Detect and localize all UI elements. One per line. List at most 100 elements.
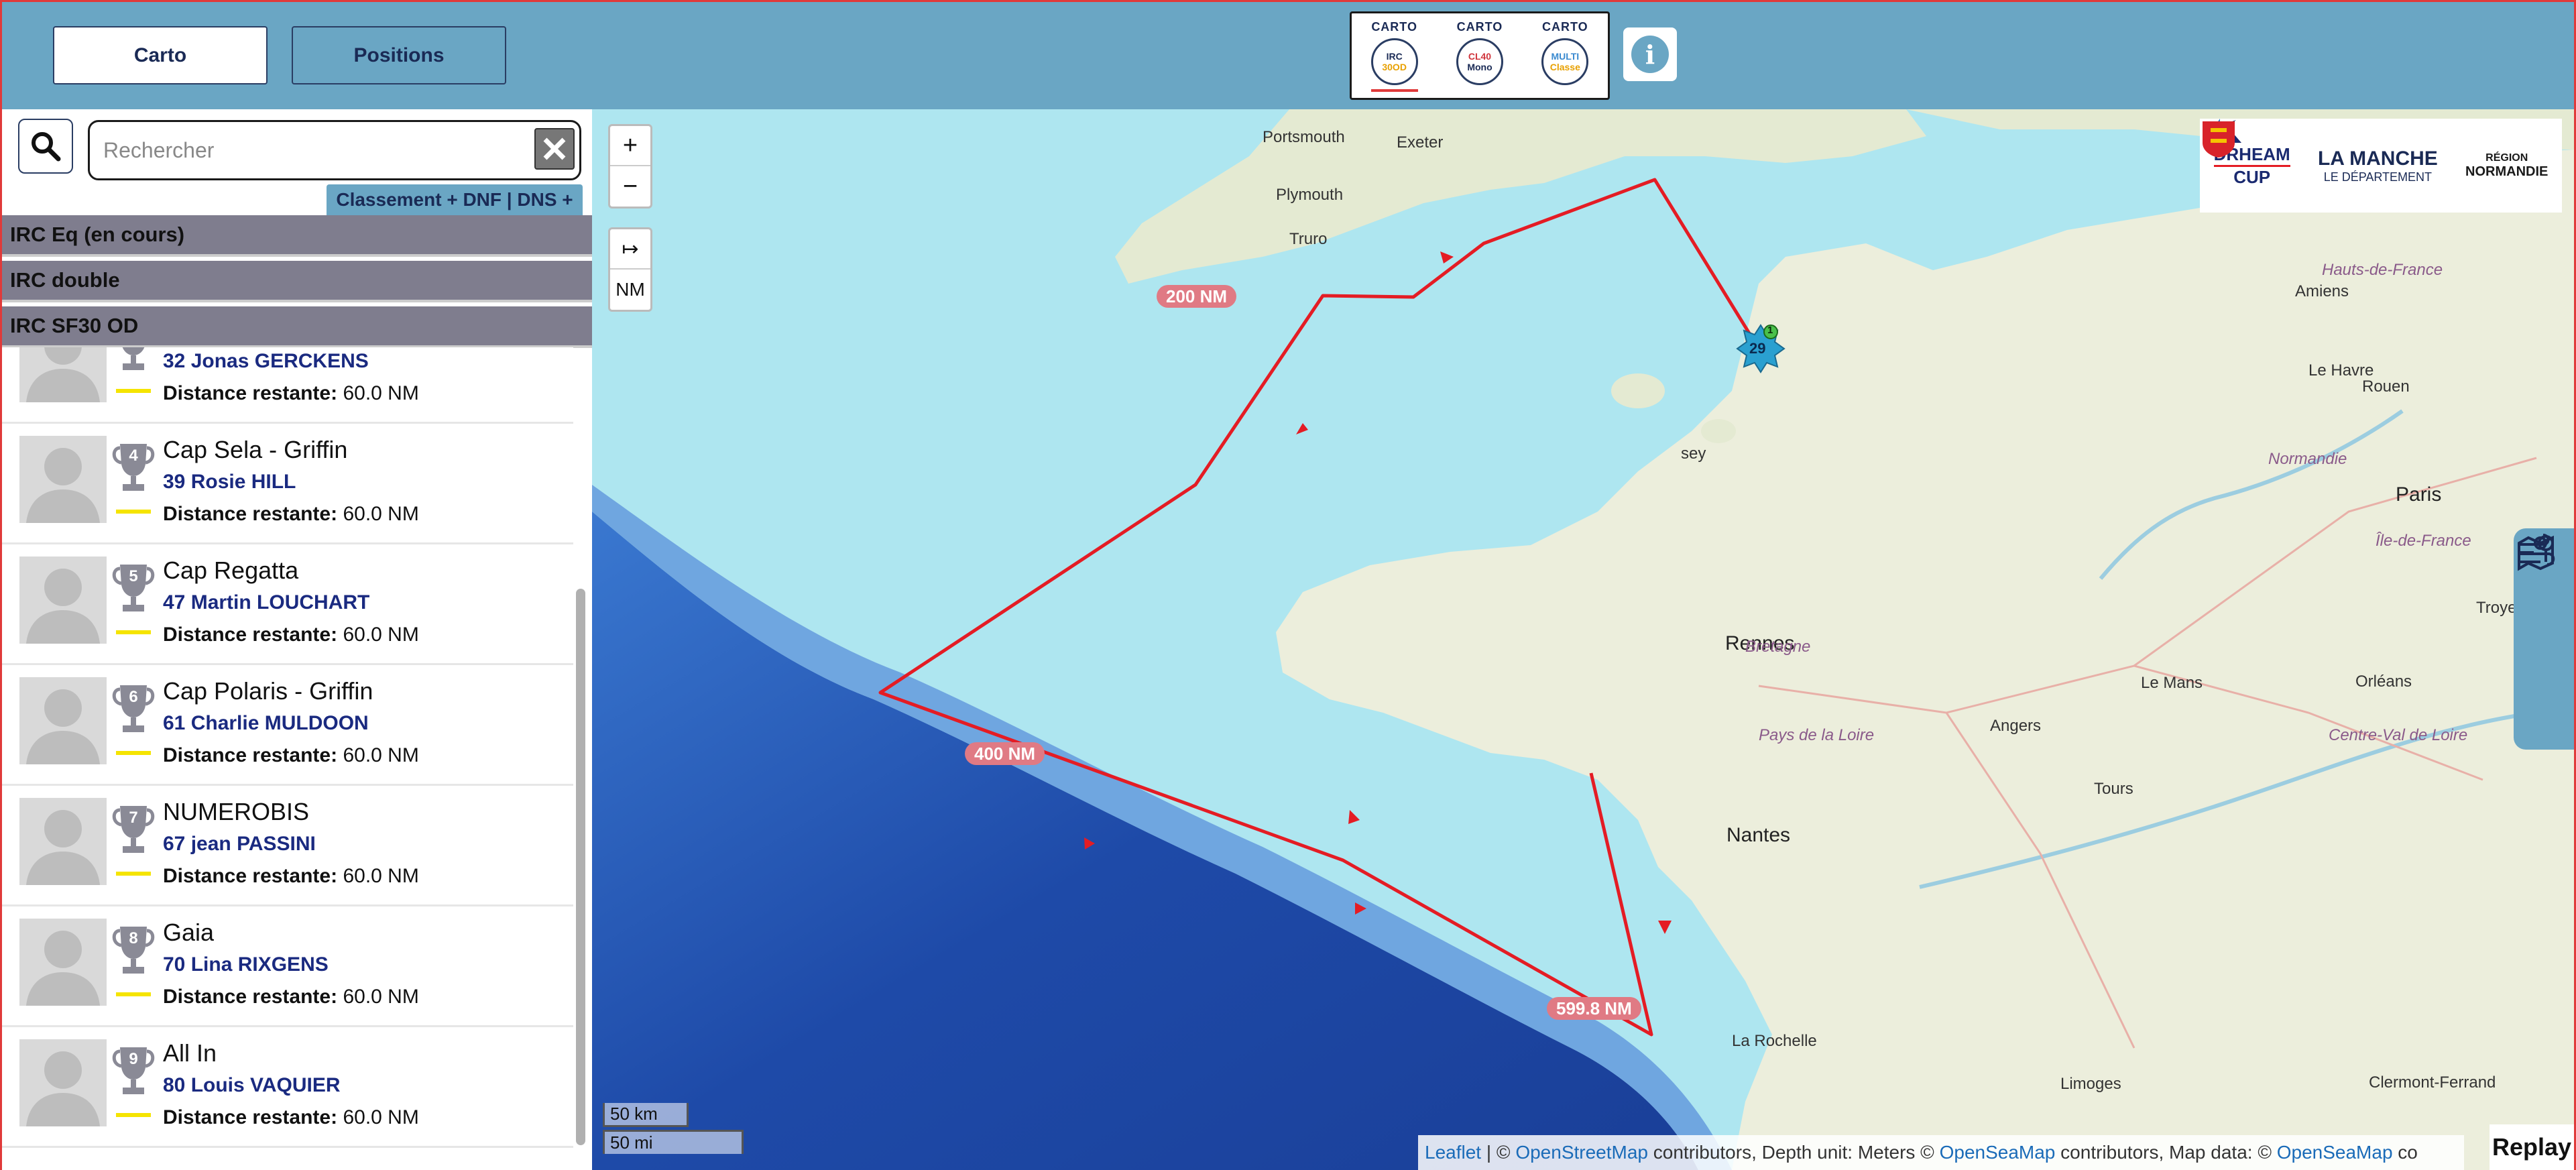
rank-number: 5	[129, 567, 138, 585]
classement-filter-bar[interactable]: Classement + DNF | DNS +	[327, 184, 583, 215]
logo-line: LE DÉPARTEMENT	[2323, 170, 2433, 184]
carto-multi-button[interactable]: CARTO MULTI Classe	[1527, 20, 1602, 85]
place-label: Orléans	[2355, 672, 2412, 691]
avatar	[19, 1039, 107, 1126]
competitor-card[interactable]: 7 NUMEROBIS 67 jean PASSINI Distance restan…	[2, 786, 573, 906]
place-label: Amiens	[2295, 282, 2349, 300]
place-label: Exeter	[1397, 133, 1444, 152]
avatar	[19, 677, 107, 764]
avatar	[19, 798, 107, 885]
place-label: Île-de-France	[2376, 532, 2471, 550]
skipper-name: 32 Jonas GERCKENS	[163, 350, 369, 372]
avatar-placeholder-icon	[26, 931, 100, 1006]
carto-cl40-button[interactable]: CARTO CL40 Mono	[1442, 20, 1517, 85]
zoom-in-button[interactable]: +	[610, 126, 650, 166]
search-row: Classement + DNF | DNS +	[2, 109, 592, 215]
scale-bar-mi: 50 mi	[603, 1130, 744, 1154]
skipper-name: 70 Lina RIXGENS	[163, 953, 329, 976]
distance-remaining: Distance restante: 60.0 NM	[163, 744, 419, 767]
competitor-card[interactable]: 3Red Dolphins Espoirs32 Jonas GERCKENSDi…	[2, 347, 573, 424]
place-label: Rouen	[2362, 377, 2410, 396]
logo-line: NORMANDIE	[2465, 164, 2549, 179]
carto-badge-line: Classe	[1549, 62, 1580, 72]
carto-badge-line: 30OD	[1382, 62, 1407, 72]
zoom-out-button[interactable]: −	[610, 166, 650, 207]
place-label: Clermont-Ferrand	[2369, 1073, 2496, 1092]
distance-value: 60.0 NM	[343, 503, 419, 525]
island-jersey	[1701, 419, 1736, 443]
avatar	[19, 436, 107, 523]
place-label: Pays de la Loire	[1759, 726, 1875, 744]
place-label: La Rochelle	[1732, 1032, 1817, 1050]
boat-cluster[interactable]: 29 1	[1736, 324, 1785, 373]
competitor-card[interactable]: 9 All In 80 Louis VAQUIER Distance restante…	[2, 1027, 573, 1148]
info-button[interactable]: i	[1623, 27, 1677, 81]
place-label: Plymouth	[1276, 186, 1344, 204]
competitor-card[interactable]: 5 Cap Regatta 47 Martin LOUCHART Distance r…	[2, 544, 573, 665]
competitor-card[interactable]: 4 Cap Sela - Griffin 39 Rosie HILL Distance…	[2, 424, 573, 544]
distance-label: Distance restante:	[163, 382, 338, 404]
carto-irc-badge: IRC 30OD	[1370, 38, 1418, 85]
boat-name: All In	[163, 1039, 217, 1067]
boat-name: Cap Polaris - Griffin	[163, 677, 373, 705]
search-button[interactable]	[18, 119, 73, 174]
boat-name: Cap Sela - Griffin	[163, 436, 348, 463]
distance-remaining: Distance restante: 60.0 NM	[163, 382, 419, 405]
skipper-name: 61 Charlie MULDOON	[163, 712, 369, 734]
zoom-control: + −	[608, 124, 652, 209]
group-irc-double[interactable]: IRC double	[2, 261, 592, 302]
rank-number: 9	[129, 1050, 138, 1068]
place-label: Portsmouth	[1263, 128, 1345, 146]
avatar-placeholder-icon	[26, 810, 100, 885]
competitor-card[interactable]: 8 Gaia 70 Lina RIXGENS Distance restante: 6…	[2, 906, 573, 1027]
skipper-name: 47 Martin LOUCHART	[163, 591, 370, 613]
place-label: sey	[1681, 445, 1706, 463]
avatar-placeholder-icon	[26, 1051, 100, 1126]
normandie-crest-icon	[2203, 121, 2235, 158]
carto-irc-button[interactable]: CARTO IRC 30OD	[1357, 20, 1432, 92]
la-manche-logo: LA MANCHE LE DÉPARTEMENT	[2207, 120, 2438, 184]
openseamap-link[interactable]: OpenSeaMap	[2277, 1142, 2393, 1163]
openseamap-link[interactable]: OpenSeaMap	[1940, 1142, 2056, 1163]
distance-value: 60.0 NM	[343, 1106, 419, 1128]
wind-icon[interactable]	[2514, 528, 2558, 573]
distance-remaining: Distance restante: 60.0 NM	[163, 986, 419, 1008]
map-view[interactable]: Portsmouth Exeter Plymouth Truro Amiens Hauts…	[592, 109, 2574, 1170]
measure-icon[interactable]: ↦	[610, 229, 650, 270]
clear-search-button[interactable]	[534, 128, 575, 170]
rank-number: 6	[129, 688, 138, 706]
logo-line: LA MANCHE	[2317, 147, 2438, 170]
group-irc-eq[interactable]: IRC Eq (en cours)	[2, 215, 592, 257]
competitor-card[interactable]: 6 Cap Polaris - Griffin 61 Charlie MULDOON…	[2, 665, 573, 786]
map-attribution: Leaflet | © OpenStreetMap contributors, …	[1418, 1135, 2464, 1170]
list-scrollbar[interactable]	[576, 589, 585, 1145]
unit-toggle-button[interactable]: NM	[610, 270, 650, 310]
replay-button[interactable]: Replay	[2490, 1124, 2574, 1170]
boat-color-swatch	[116, 510, 151, 514]
attribution-text: | ©	[1481, 1142, 1516, 1163]
group-irc-sf30-od[interactable]: IRC SF30 OD	[2, 306, 592, 348]
cluster-count: 29	[1749, 340, 1766, 357]
island-guernsey	[1611, 373, 1665, 408]
avatar-placeholder-icon	[26, 689, 100, 764]
distance-value: 60.0 NM	[343, 865, 419, 887]
boat-name: Cap Regatta	[163, 557, 299, 584]
carto-multi-badge: MULTI Classe	[1541, 38, 1589, 85]
tab-positions[interactable]: Positions	[292, 26, 506, 84]
openstreetmap-link[interactable]: OpenStreetMap	[1515, 1142, 1648, 1163]
skipper-name: 67 jean PASSINI	[163, 833, 316, 855]
tab-carto[interactable]: Carto	[53, 26, 268, 84]
skipper-name: 39 Rosie HILL	[163, 471, 296, 493]
boat-name: NUMEROBIS	[163, 798, 310, 825]
carto-label: CARTO	[1541, 20, 1588, 34]
search-input[interactable]	[88, 120, 581, 180]
active-underline	[1370, 89, 1418, 92]
boat-color-swatch	[116, 872, 151, 876]
place-label: Bretagne	[1745, 638, 1811, 656]
place-label: Le Mans	[2141, 674, 2203, 692]
close-icon	[543, 137, 566, 160]
leaflet-link[interactable]: Leaflet	[1425, 1142, 1481, 1163]
carto-cl40-badge: CL40 Mono	[1456, 38, 1503, 85]
distance-remaining: Distance restante: 60.0 NM	[163, 1106, 419, 1129]
attribution-text: co	[2392, 1142, 2418, 1163]
